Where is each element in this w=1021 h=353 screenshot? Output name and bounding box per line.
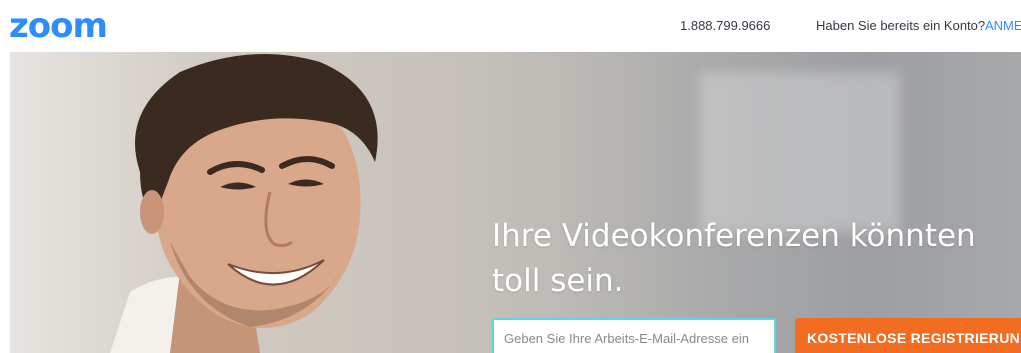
hero-left-margin [0,52,10,353]
background-blur-panel [700,72,900,232]
zoom-logo[interactable]: zoom [9,6,108,46]
hero-headline: Ihre Videokonferenzen könnten toll sein. [492,218,976,299]
free-signup-button[interactable]: KOSTENLOSE REGISTRIERUN [795,318,1021,353]
work-email-input[interactable] [492,318,776,353]
hero-banner: Ihre Videokonferenzen könnten toll sein. [0,52,1021,353]
smiling-man-photo [110,52,440,353]
existing-account-question: Haben Sie bereits ein Konto? [816,18,986,33]
top-navigation-bar: zoom 1.888.799.9666 Haben Sie bereits ei… [0,0,1021,52]
sign-in-link[interactable]: ANME [985,18,1021,33]
phone-number-link[interactable]: 1.888.799.9666 [680,18,770,33]
